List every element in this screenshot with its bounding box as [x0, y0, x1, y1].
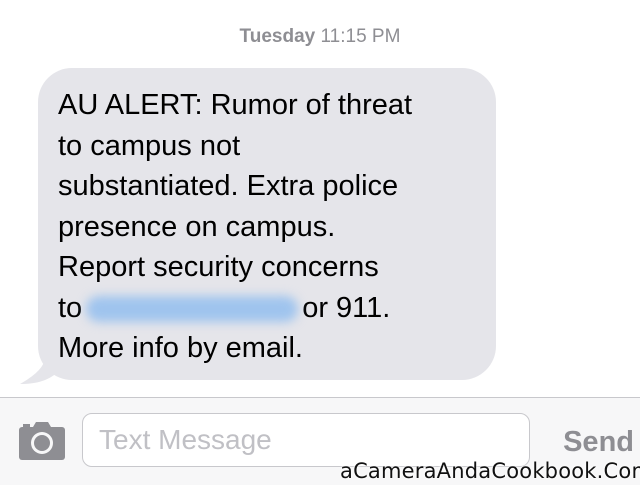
timestamp-day: Tuesday	[239, 26, 316, 47]
message-line: AU ALERT: Rumor of threat	[58, 89, 413, 121]
redacted-phone-number	[86, 295, 299, 322]
camera-icon[interactable]	[16, 420, 68, 462]
message-timestamp: Tuesday 11:15 PM	[0, 26, 640, 48]
timestamp-time: 11:15 PM	[320, 26, 401, 47]
watermark: aCameraAndaCookbook.Com	[340, 459, 640, 483]
message-line: substantiated. Extra police	[58, 170, 399, 202]
message-line: Report security concerns	[58, 251, 379, 283]
message-line: to campus not	[58, 129, 241, 162]
message-line-phone: to or 911.	[58, 288, 496, 329]
send-button[interactable]: Send	[538, 422, 634, 462]
message-line: presence on campus.	[58, 210, 336, 243]
message-text-to: to	[58, 291, 83, 324]
received-message-bubble: AU ALERT: Rumor of threat to campus not …	[38, 68, 496, 380]
message-text-or-911: or 911.	[302, 291, 391, 324]
message-line: More info by email.	[58, 332, 303, 364]
